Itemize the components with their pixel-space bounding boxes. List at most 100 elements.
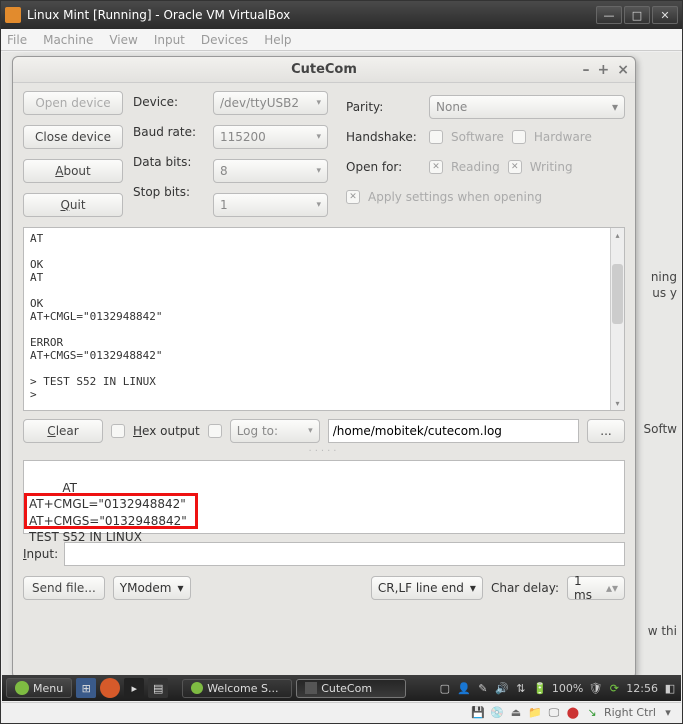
apply-checkbox[interactable] <box>346 190 360 204</box>
parity-select[interactable]: None▾ <box>429 95 625 119</box>
open-device-button[interactable]: Open device <box>23 91 123 115</box>
history-content: AT AT+CMGL="0132948842" AT+CMGS="0132948… <box>29 481 187 544</box>
vbox-title: Linux Mint [Running] - Oracle VM Virtual… <box>27 8 594 22</box>
clear-button[interactable]: Clear <box>23 419 103 443</box>
files-icon[interactable]: ▤ <box>148 678 168 698</box>
status-menu-icon[interactable]: ▾ <box>661 706 675 720</box>
bg-text-a: ning <box>637 270 677 284</box>
lineend-select[interactable]: CR,LF line end▾ <box>371 576 483 600</box>
menu-view[interactable]: View <box>109 33 137 47</box>
cutecom-title: CuteCom <box>291 62 357 77</box>
tray-volume-icon[interactable]: 🔊 <box>495 681 509 695</box>
baud-label: Baud rate: <box>133 125 203 139</box>
chardelay-label: Char delay: <box>491 581 559 595</box>
maximize-button[interactable]: □ <box>624 6 650 24</box>
mint-menu-button[interactable]: Menu <box>6 678 72 698</box>
browse-button[interactable]: ... <box>587 419 625 443</box>
bg-text-b: us y <box>637 286 677 300</box>
tray-clock[interactable]: 12:56 <box>626 682 658 695</box>
status-usb-icon[interactable]: ⏏ <box>509 706 523 720</box>
tray-refresh-icon[interactable]: ⟳ <box>607 681 621 695</box>
minimize-button[interactable]: — <box>596 6 622 24</box>
menu-machine[interactable]: Machine <box>43 33 93 47</box>
openfor-label: Open for: <box>346 160 421 174</box>
status-display-icon[interactable]: 🖵 <box>547 706 561 720</box>
chardelay-select[interactable]: 1 ms▴▾ <box>567 576 625 600</box>
cutecom-maximize[interactable]: + <box>598 62 610 78</box>
hexout-label: Hex output <box>133 424 200 438</box>
host-key: Right Ctrl <box>604 706 656 719</box>
cutecom-close[interactable]: × <box>617 62 629 78</box>
logto-checkbox[interactable] <box>208 424 222 438</box>
reading-checkbox[interactable] <box>429 160 443 174</box>
cutecom-minimize[interactable]: – <box>583 62 590 78</box>
stopbits-select[interactable]: 1▾ <box>213 193 328 217</box>
terminal-output[interactable]: AT OK AT OK AT+CMGL="0132948842" ERROR A… <box>23 227 625 411</box>
protocol-select[interactable]: YModem▾ <box>113 576 191 600</box>
device-select[interactable]: /dev/ttyUSB2▾ <box>213 91 328 115</box>
tray-indicator-icon[interactable]: ◧ <box>663 681 677 695</box>
bg-text-d: w thi <box>637 624 677 638</box>
system-tray: ▢ 👤 ✎ 🔊 ⇅ 🔋 100% 🛡 ⟳ 12:56 ◧ <box>438 681 677 695</box>
bg-text-c: Softw <box>637 422 677 436</box>
terminal-scrollbar[interactable]: ▴▾ <box>610 228 624 410</box>
apply-label: Apply settings when opening <box>368 190 542 204</box>
cutecom-window: CuteCom – + × Open device Close device A… <box>12 56 636 679</box>
tray-updates-icon[interactable]: ✎ <box>476 681 490 695</box>
hardware-label: Hardware <box>534 130 592 144</box>
send-file-button[interactable]: Send file... <box>23 576 105 600</box>
task-welcome-icon <box>191 682 203 694</box>
tray-battery-icon[interactable]: 🔋 <box>533 681 547 695</box>
logto-select[interactable]: Log to:▾ <box>230 419 320 443</box>
status-folder-icon[interactable]: 📁 <box>528 706 542 720</box>
close-device-button[interactable]: Close device <box>23 125 123 149</box>
task-cutecom[interactable]: CuteCom <box>296 679 406 698</box>
mint-menu-label: Menu <box>33 682 63 695</box>
handshake-label: Handshake: <box>346 130 421 144</box>
tray-user-icon[interactable]: 👤 <box>457 681 471 695</box>
cutecom-titlebar: CuteCom – + × <box>13 57 635 83</box>
tray-shield-icon[interactable]: 🛡 <box>588 681 602 695</box>
firefox-icon[interactable] <box>100 678 120 698</box>
baud-select[interactable]: 115200▾ <box>213 125 328 149</box>
task-welcome-label: Welcome S... <box>207 682 278 695</box>
menu-file[interactable]: File <box>7 33 27 47</box>
command-history[interactable]: AT AT+CMGL="0132948842" AT+CMGS="0132948… <box>23 460 625 534</box>
separator: ····· <box>23 443 625 460</box>
status-disk-icon[interactable]: 💾 <box>471 706 485 720</box>
device-label: Device: <box>133 95 203 109</box>
quit-button[interactable]: Quit <box>23 193 123 217</box>
software-checkbox[interactable] <box>429 130 443 144</box>
status-recording-icon[interactable]: ⬤ <box>566 706 580 720</box>
software-label: Software <box>451 130 504 144</box>
tray-display-icon[interactable]: ▢ <box>438 681 452 695</box>
status-mouse-icon[interactable]: ↘ <box>585 706 599 720</box>
writing-checkbox[interactable] <box>508 160 522 174</box>
terminal-content: AT OK AT OK AT+CMGL="0132948842" ERROR A… <box>24 228 624 410</box>
menu-input[interactable]: Input <box>154 33 185 47</box>
command-input[interactable] <box>64 542 625 566</box>
parity-label: Parity: <box>346 100 421 114</box>
reading-label: Reading <box>451 160 500 174</box>
terminal-icon[interactable]: ▸ <box>124 678 144 698</box>
menu-help[interactable]: Help <box>264 33 291 47</box>
databits-select[interactable]: 8▾ <box>213 159 328 183</box>
logpath-input[interactable] <box>328 419 579 443</box>
status-optical-icon[interactable]: 💿 <box>490 706 504 720</box>
mint-logo-icon <box>15 681 29 695</box>
close-button[interactable]: ✕ <box>652 6 678 24</box>
writing-label: Writing <box>530 160 573 174</box>
hardware-checkbox[interactable] <box>512 130 526 144</box>
show-desktop-icon[interactable]: ⊞ <box>76 678 96 698</box>
task-welcome[interactable]: Welcome S... <box>182 679 292 698</box>
hexout-checkbox[interactable] <box>111 424 125 438</box>
vbox-icon <box>5 7 21 23</box>
menu-devices[interactable]: Devices <box>201 33 248 47</box>
vbox-menubar: File Machine View Input Devices Help <box>1 29 682 51</box>
stopbits-label: Stop bits: <box>133 185 203 199</box>
vbox-titlebar: Linux Mint [Running] - Oracle VM Virtual… <box>1 1 682 29</box>
task-cutecom-icon <box>305 682 317 694</box>
about-button[interactable]: About <box>23 159 123 183</box>
mint-taskbar: Menu ⊞ ▸ ▤ Welcome S... CuteCom ▢ 👤 ✎ 🔊 … <box>2 675 681 701</box>
tray-network-icon[interactable]: ⇅ <box>514 681 528 695</box>
